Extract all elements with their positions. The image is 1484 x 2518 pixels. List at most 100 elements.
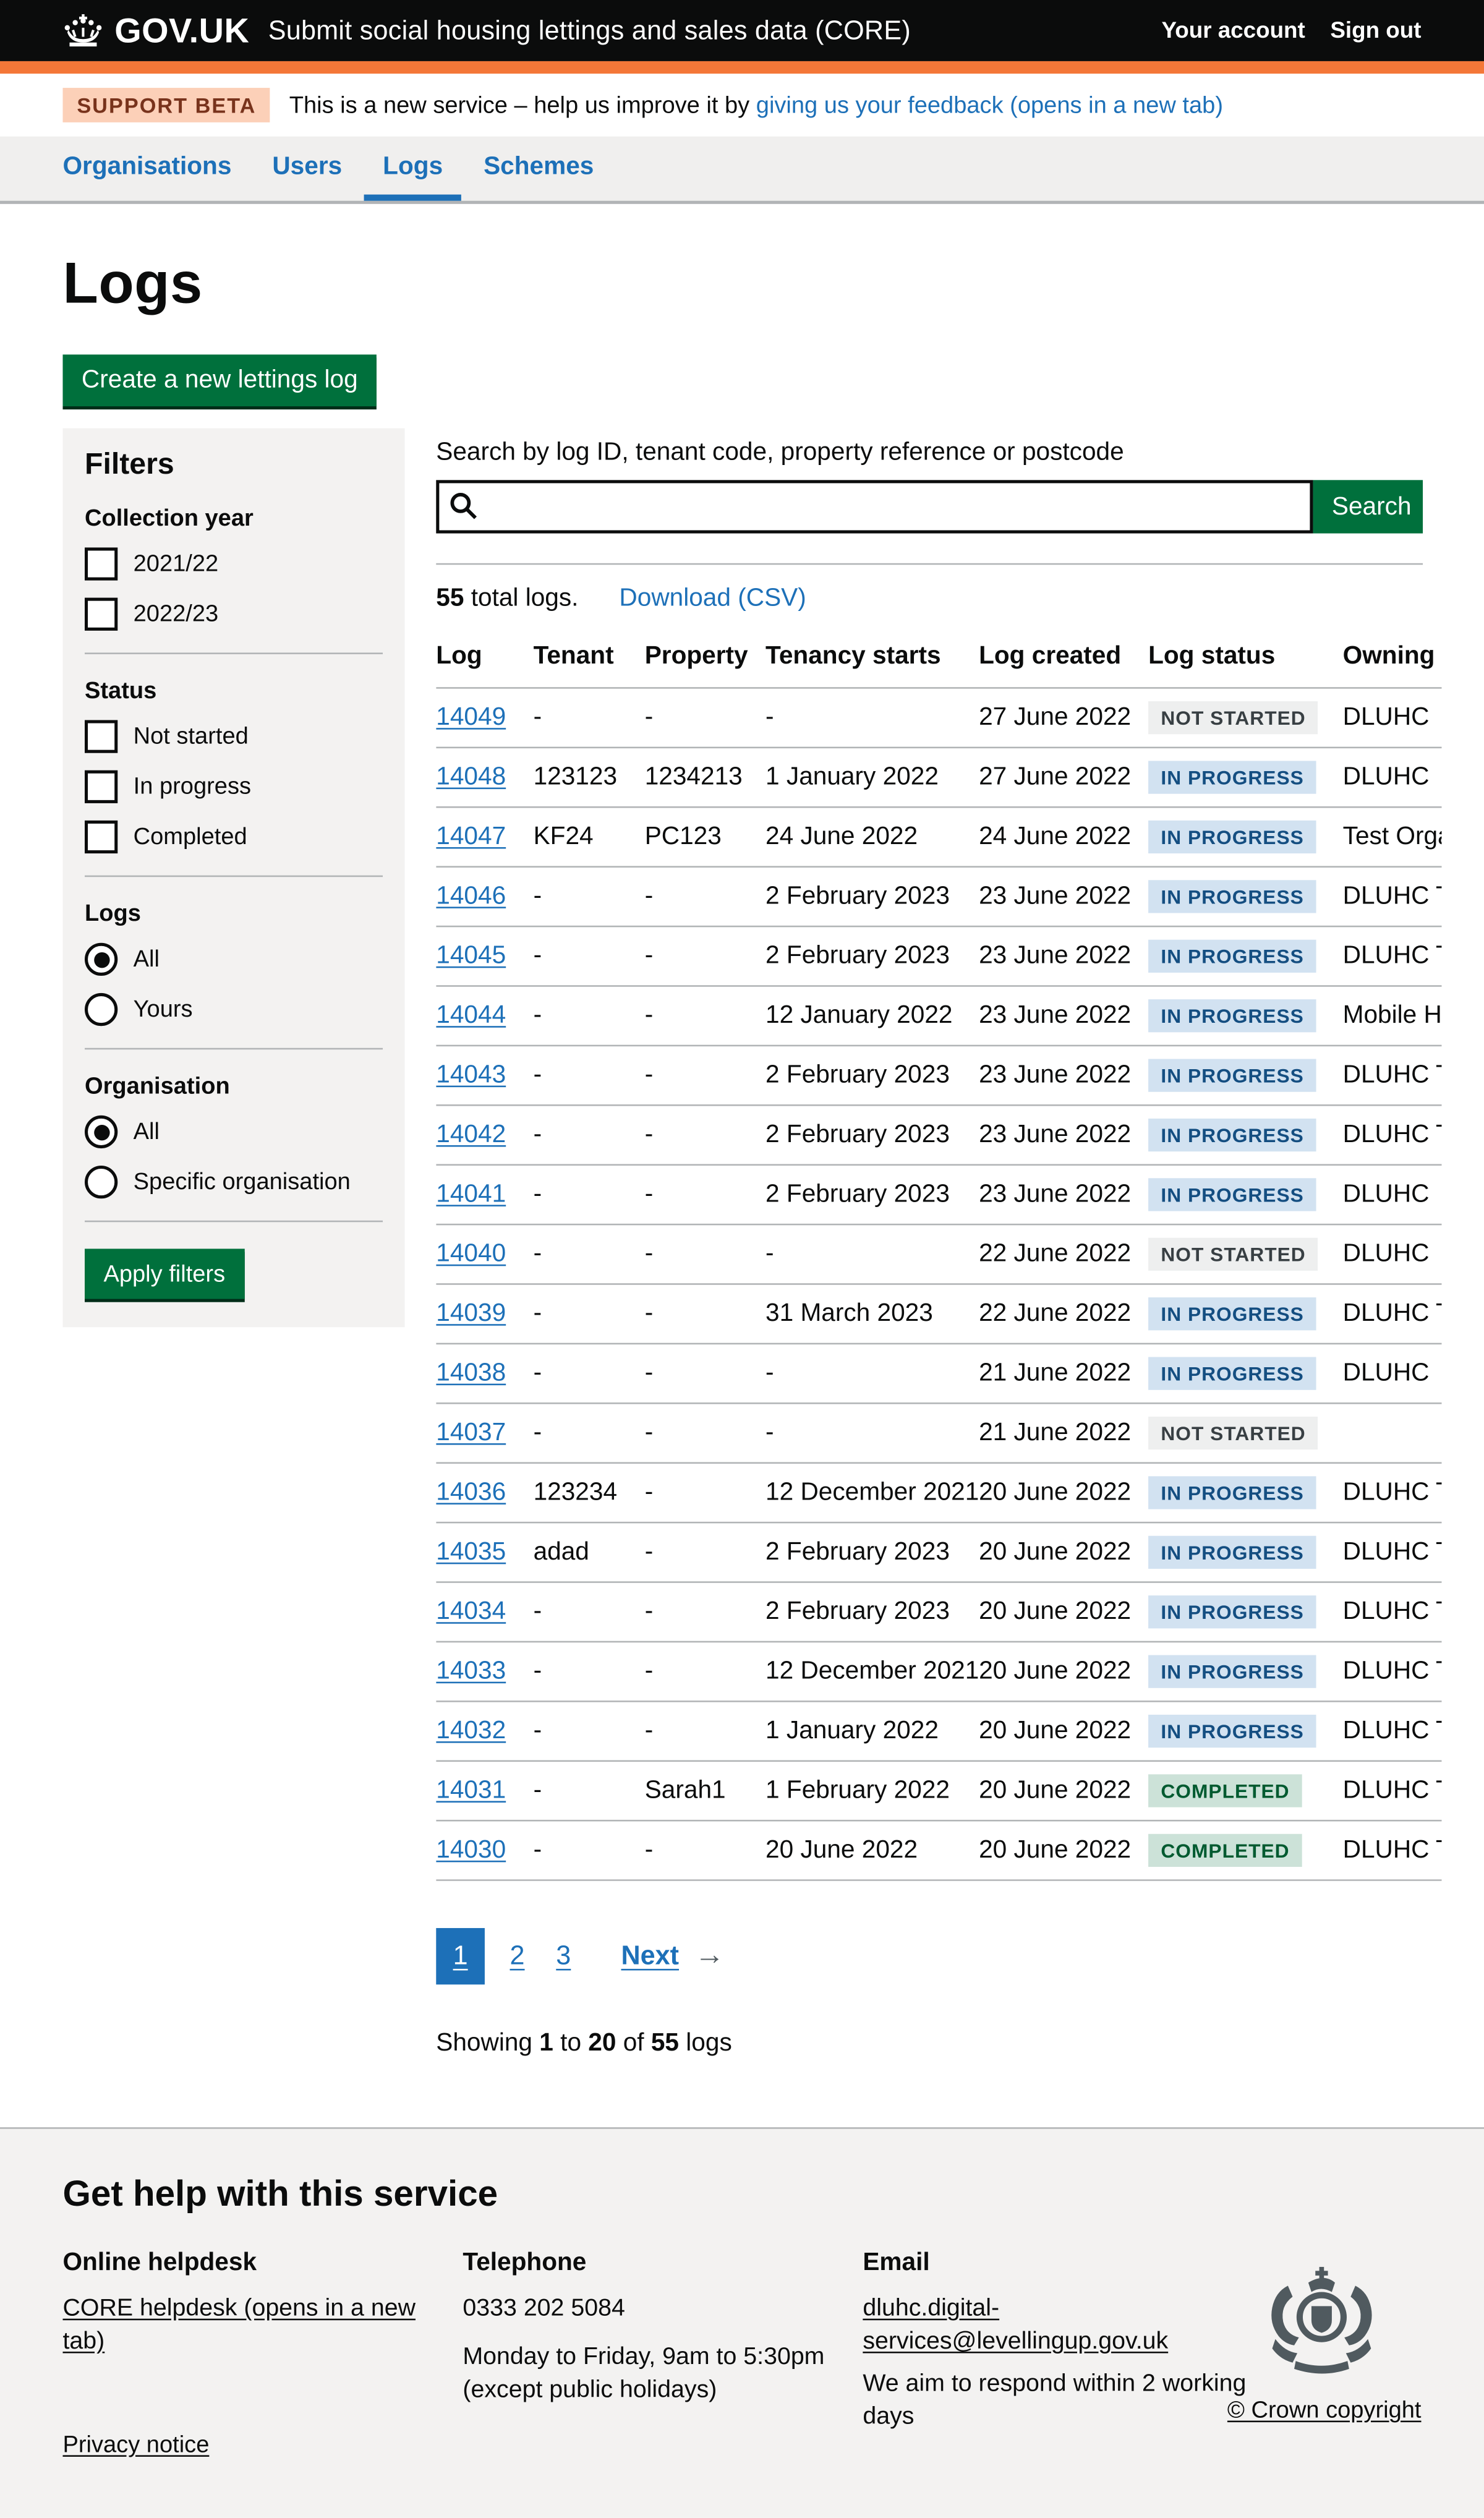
pagination-page-3[interactable]: 3 xyxy=(556,1940,571,1972)
radio-option-all[interactable]: All xyxy=(85,943,383,976)
radio-option-all[interactable]: All xyxy=(85,1116,383,1148)
filter-divider xyxy=(85,876,383,877)
privacy-notice-link[interactable]: Privacy notice xyxy=(62,2431,209,2458)
checkbox-in-progress[interactable] xyxy=(85,770,117,803)
nav-tab-organisations[interactable]: Organisations xyxy=(62,137,231,201)
log-link-14033[interactable]: 14033 xyxy=(436,1657,506,1684)
apply-filters-button[interactable]: Apply filters xyxy=(85,1248,244,1299)
nav-tab-logs[interactable]: Logs xyxy=(383,137,443,201)
logs-table-clip: LogTenantPropertyTenancy startsLog creat… xyxy=(436,634,1441,1881)
log-created-cell: 23 June 2022 xyxy=(979,882,1148,911)
checkbox-option-in-progress[interactable]: In progress xyxy=(85,770,383,803)
log-link-14038[interactable]: 14038 xyxy=(436,1359,506,1386)
crown-copyright-link[interactable]: © Crown copyright xyxy=(1227,2397,1422,2424)
log-created-cell: 23 June 2022 xyxy=(979,1061,1148,1090)
log-link-14035[interactable]: 14035 xyxy=(436,1539,506,1565)
option-label: Yours xyxy=(134,996,193,1023)
service-name[interactable]: Submit social housing lettings and sales… xyxy=(268,15,911,46)
log-id-cell: 14033 xyxy=(436,1657,533,1686)
table-row: 14034--2 February 202320 June 2022IN PRO… xyxy=(436,1583,1441,1642)
log-link-14040[interactable]: 14040 xyxy=(436,1240,506,1266)
owning-org-cell: DLUHC Tes xyxy=(1343,1717,1442,1746)
log-created-cell: 22 June 2022 xyxy=(979,1240,1148,1268)
owning-org-cell: DLUHC xyxy=(1343,1180,1442,1209)
pagination-next-link[interactable]: Next xyxy=(621,1940,679,1972)
filter-divider xyxy=(85,652,383,654)
option-label: 2021/22 xyxy=(134,550,219,577)
log-link-14034[interactable]: 14034 xyxy=(436,1598,506,1624)
log-created-cell: 21 June 2022 xyxy=(979,1359,1148,1388)
filters-heading: Filters xyxy=(85,449,383,484)
core-helpdesk-link[interactable]: CORE helpdesk (opens in a new tab) xyxy=(62,2295,416,2355)
email-link[interactable]: dluhc.digital-services@levellingup.gov.u… xyxy=(863,2295,1168,2355)
option-label: Specific organisation xyxy=(134,1169,351,1195)
log-link-14043[interactable]: 14043 xyxy=(436,1061,506,1088)
log-link-14047[interactable]: 14047 xyxy=(436,823,506,850)
royal-crest-icon xyxy=(1257,2357,1392,2383)
logs-table-header: LogTenantPropertyTenancy startsLog creat… xyxy=(436,634,1441,689)
log-link-14046[interactable]: 14046 xyxy=(436,882,506,909)
log-id-cell: 14034 xyxy=(436,1598,533,1626)
feedback-link[interactable]: giving us your feedback (opens in a new … xyxy=(756,92,1223,118)
govuk-logo[interactable]: GOV.UK xyxy=(62,10,249,51)
tenant-cell: - xyxy=(534,1300,645,1328)
log-link-14030[interactable]: 14030 xyxy=(436,1837,506,1863)
checkbox-not-started[interactable] xyxy=(85,720,117,753)
your-account-link[interactable]: Your account xyxy=(1161,18,1305,43)
log-status-cell: NOT STARTED xyxy=(1148,701,1343,734)
property-cell: - xyxy=(645,1061,765,1090)
radio-option-yours[interactable]: Yours xyxy=(85,993,383,1026)
log-link-14049[interactable]: 14049 xyxy=(436,704,506,730)
download-csv-link[interactable]: Download (CSV) xyxy=(619,585,806,613)
checkbox-completed[interactable] xyxy=(85,821,117,853)
table-row: 14037---21 June 2022NOT STARTED xyxy=(436,1404,1441,1464)
option-label: In progress xyxy=(134,774,251,800)
property-cell: - xyxy=(645,882,765,911)
pagination-page-2[interactable]: 2 xyxy=(510,1940,525,1972)
radio-all[interactable] xyxy=(85,943,117,976)
log-status-cell: IN PROGRESS xyxy=(1148,1357,1343,1389)
pagination-page-1[interactable]: 1 xyxy=(436,1928,485,1984)
search-input[interactable] xyxy=(436,480,1313,533)
tenant-cell: - xyxy=(534,882,645,911)
property-cell: - xyxy=(645,1419,765,1448)
log-link-14044[interactable]: 14044 xyxy=(436,1002,506,1028)
log-link-14037[interactable]: 14037 xyxy=(436,1419,506,1446)
log-link-14032[interactable]: 14032 xyxy=(436,1717,506,1744)
checkbox-2022-23[interactable] xyxy=(85,598,117,631)
log-link-14031[interactable]: 14031 xyxy=(436,1777,506,1803)
log-link-14036[interactable]: 14036 xyxy=(436,1479,506,1505)
radio-yours[interactable] xyxy=(85,993,117,1026)
checkbox-2021-22[interactable] xyxy=(85,547,117,580)
search-button[interactable]: Search xyxy=(1313,480,1423,533)
log-status-cell: IN PROGRESS xyxy=(1148,1476,1343,1509)
checkbox-option-not-started[interactable]: Not started xyxy=(85,720,383,753)
checkbox-option-2022-23[interactable]: 2022/23 xyxy=(85,598,383,631)
tenant-cell: - xyxy=(534,1657,645,1686)
email-response-note: We aim to respond within 2 working days xyxy=(863,2368,1255,2434)
log-link-14041[interactable]: 14041 xyxy=(436,1180,506,1207)
radio-specific-organisation[interactable] xyxy=(85,1166,117,1198)
telephone-heading: Telephone xyxy=(463,2250,863,2278)
log-link-14042[interactable]: 14042 xyxy=(436,1121,506,1148)
tenant-cell: - xyxy=(534,1598,645,1626)
log-link-14048[interactable]: 14048 xyxy=(436,763,506,790)
radio-option-specific-organisation[interactable]: Specific organisation xyxy=(85,1166,383,1198)
logs-table-body: 14049---27 June 2022NOT STARTEDDLUHC1404… xyxy=(436,689,1441,1881)
log-status-cell: IN PROGRESS xyxy=(1148,1059,1343,1091)
radio-all[interactable] xyxy=(85,1116,117,1148)
filter-group-label-logs: Logs xyxy=(85,900,383,927)
log-status-cell: NOT STARTED xyxy=(1148,1238,1343,1271)
log-link-14039[interactable]: 14039 xyxy=(436,1300,506,1326)
log-link-14045[interactable]: 14045 xyxy=(436,942,506,968)
checkbox-option-2021-22[interactable]: 2021/22 xyxy=(85,547,383,580)
checkbox-option-completed[interactable]: Completed xyxy=(85,821,383,853)
sign-out-link[interactable]: Sign out xyxy=(1330,18,1421,43)
nav-tab-users[interactable]: Users xyxy=(272,137,342,201)
nav-tab-schemes[interactable]: Schemes xyxy=(484,137,594,201)
log-id-cell: 14036 xyxy=(436,1479,533,1507)
create-lettings-log-button[interactable]: Create a new lettings log xyxy=(62,354,377,406)
status-badge: IN PROGRESS xyxy=(1148,940,1316,973)
log-created-cell: 22 June 2022 xyxy=(979,1300,1148,1328)
owning-org-cell: DLUHC Tes xyxy=(1343,1300,1442,1328)
